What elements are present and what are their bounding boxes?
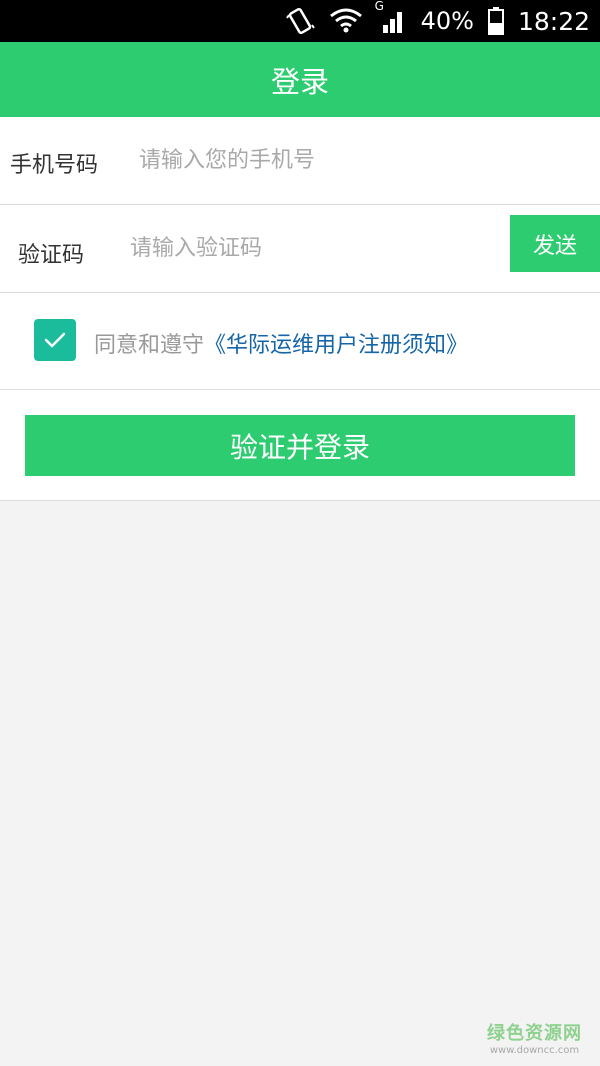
login-form: 手机号码 验证码 发送 同意和遵守《华际运维用户注册须知》 验证并登录 — [0, 117, 600, 501]
phone-row: 手机号码 — [0, 117, 600, 205]
agreement-link[interactable]: 《华际运维用户注册须知》 — [204, 333, 468, 358]
battery-icon — [487, 7, 504, 35]
vibrate-icon — [285, 6, 315, 36]
agreement-prefix: 同意和遵守 — [94, 333, 205, 358]
signal-type-label: G — [374, 0, 384, 13]
status-bar: G 40% 18:22 — [0, 0, 600, 42]
code-row: 验证码 发送 — [0, 205, 600, 293]
code-label: 验证码 — [18, 243, 85, 268]
code-input[interactable] — [130, 229, 490, 267]
signal-icon: G — [375, 0, 407, 35]
phone-label: 手机号码 — [10, 153, 99, 178]
watermark-title: 绿色资源网 — [487, 1023, 582, 1044]
battery-percent: 40% — [420, 7, 474, 35]
agreement-text: 同意和遵守《华际运维用户注册须知》 — [94, 327, 468, 359]
phone-input[interactable] — [139, 141, 579, 179]
watermark-url: www.downcc.com — [489, 1045, 580, 1056]
verify-login-button[interactable]: 验证并登录 — [25, 415, 575, 476]
app-header: 登录 — [0, 42, 600, 117]
wifi-icon — [329, 8, 363, 34]
agreement-row: 同意和遵守《华际运维用户注册须知》 — [0, 293, 600, 390]
watermark: 绿色资源网 www.downcc.com — [487, 1019, 582, 1056]
status-clock: 18:22 — [517, 6, 590, 36]
page-title: 登录 — [270, 64, 329, 99]
checkmark-icon — [44, 332, 66, 348]
agreement-checkbox[interactable] — [34, 319, 76, 361]
divider — [0, 500, 600, 501]
send-code-button[interactable]: 发送 — [510, 215, 600, 272]
